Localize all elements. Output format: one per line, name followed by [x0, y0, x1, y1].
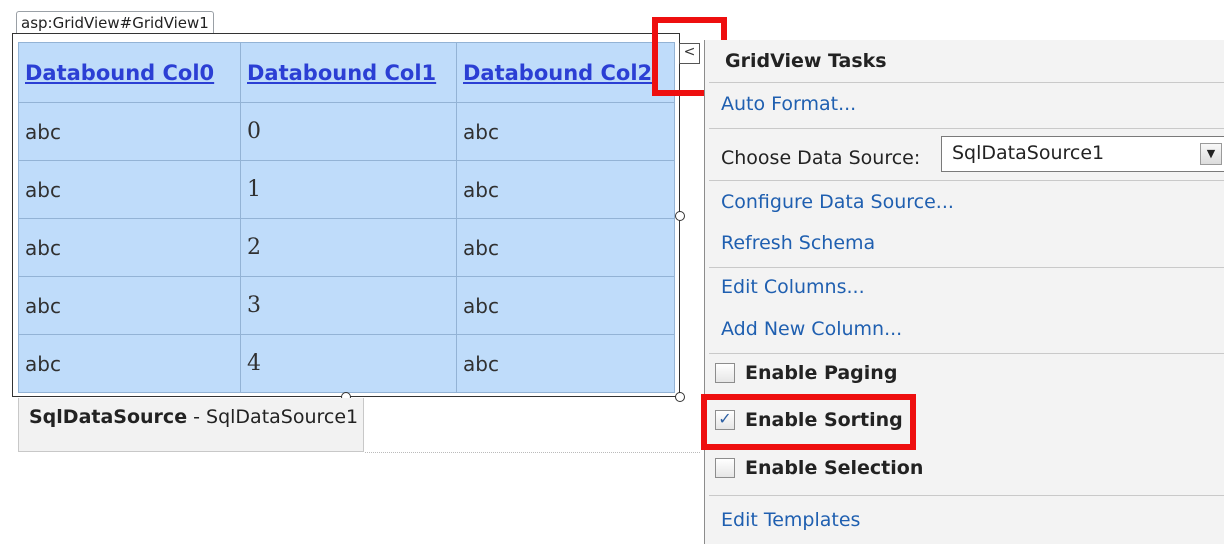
- table-header-row: Databound Col0 Databound Col1 Databound …: [18, 42, 675, 103]
- separator: [709, 128, 1224, 129]
- datasource-separator: -: [187, 406, 207, 428]
- datasource-type-label: SqlDataSource: [29, 406, 188, 428]
- enable-selection-label: Enable Selection: [745, 457, 924, 479]
- gridview-tag-label: asp:GridView#GridView1: [16, 11, 214, 34]
- table-row: abc 4 abc: [18, 334, 675, 393]
- sqldatasource-control[interactable]: SqlDataSource - SqlDataSource1: [18, 398, 364, 452]
- table-cell: abc: [456, 102, 675, 161]
- column-header-col2[interactable]: Databound Col2: [456, 42, 675, 103]
- separator: [709, 180, 1224, 181]
- choose-datasource-label: Choose Data Source:: [721, 147, 921, 169]
- enable-sorting-label: Enable Sorting: [745, 409, 903, 431]
- table-cell: abc: [456, 334, 675, 393]
- chevron-left-icon: <: [683, 44, 696, 60]
- gridview-table[interactable]: Databound Col0 Databound Col1 Databound …: [18, 42, 675, 393]
- auto-format-link[interactable]: Auto Format...: [721, 93, 856, 115]
- column-header-col1[interactable]: Databound Col1: [240, 42, 457, 103]
- table-cell: 4: [240, 334, 457, 393]
- separator: [709, 495, 1224, 496]
- enable-paging-checkbox[interactable]: [715, 363, 735, 383]
- table-cell: abc: [18, 276, 241, 335]
- choose-datasource-value: SqlDataSource1: [952, 142, 1105, 164]
- choose-datasource-select[interactable]: SqlDataSource1 ▼: [941, 136, 1224, 172]
- edit-templates-link[interactable]: Edit Templates: [721, 509, 860, 531]
- table-cell: abc: [456, 218, 675, 277]
- separator: [709, 353, 1224, 354]
- panel-title: GridView Tasks: [725, 50, 887, 72]
- smart-tag-button[interactable]: <: [679, 43, 700, 64]
- triangle-down-icon[interactable]: ▼: [1200, 143, 1222, 165]
- gridview-tasks-panel: GridView Tasks Auto Format... Choose Dat…: [704, 40, 1224, 544]
- enable-selection-row[interactable]: Enable Selection: [715, 457, 923, 483]
- enable-paging-row[interactable]: Enable Paging: [715, 362, 897, 388]
- enable-sorting-row[interactable]: ✓ Enable Sorting: [715, 409, 903, 435]
- table-cell: abc: [18, 218, 241, 277]
- resize-handle-corner[interactable]: [675, 392, 685, 402]
- add-new-column-link[interactable]: Add New Column...: [721, 318, 902, 340]
- enable-paging-label: Enable Paging: [745, 362, 898, 384]
- enable-sorting-checkbox[interactable]: ✓: [715, 410, 735, 430]
- table-row: abc 0 abc: [18, 102, 675, 161]
- column-header-col0[interactable]: Databound Col0: [18, 42, 241, 103]
- table-cell: abc: [18, 334, 241, 393]
- resize-handle-right[interactable]: [675, 211, 685, 221]
- datasource-name-label: SqlDataSource1: [206, 406, 359, 428]
- separator: [709, 82, 1224, 83]
- table-row: abc 2 abc: [18, 218, 675, 277]
- checkmark-icon: ✓: [718, 409, 732, 428]
- enable-selection-checkbox[interactable]: [715, 458, 735, 478]
- table-cell: abc: [456, 160, 675, 219]
- refresh-schema-link[interactable]: Refresh Schema: [721, 232, 875, 254]
- table-cell: 0: [240, 102, 457, 161]
- table-cell: 3: [240, 276, 457, 335]
- design-surface-divider: [365, 452, 700, 453]
- table-cell: 1: [240, 160, 457, 219]
- table-row: abc 1 abc: [18, 160, 675, 219]
- edit-columns-link[interactable]: Edit Columns...: [721, 276, 865, 298]
- table-row: abc 3 abc: [18, 276, 675, 335]
- table-cell: 2: [240, 218, 457, 277]
- table-cell: abc: [18, 160, 241, 219]
- separator: [709, 267, 1224, 268]
- table-cell: abc: [18, 102, 241, 161]
- configure-datasource-link[interactable]: Configure Data Source...: [721, 191, 954, 213]
- table-cell: abc: [456, 276, 675, 335]
